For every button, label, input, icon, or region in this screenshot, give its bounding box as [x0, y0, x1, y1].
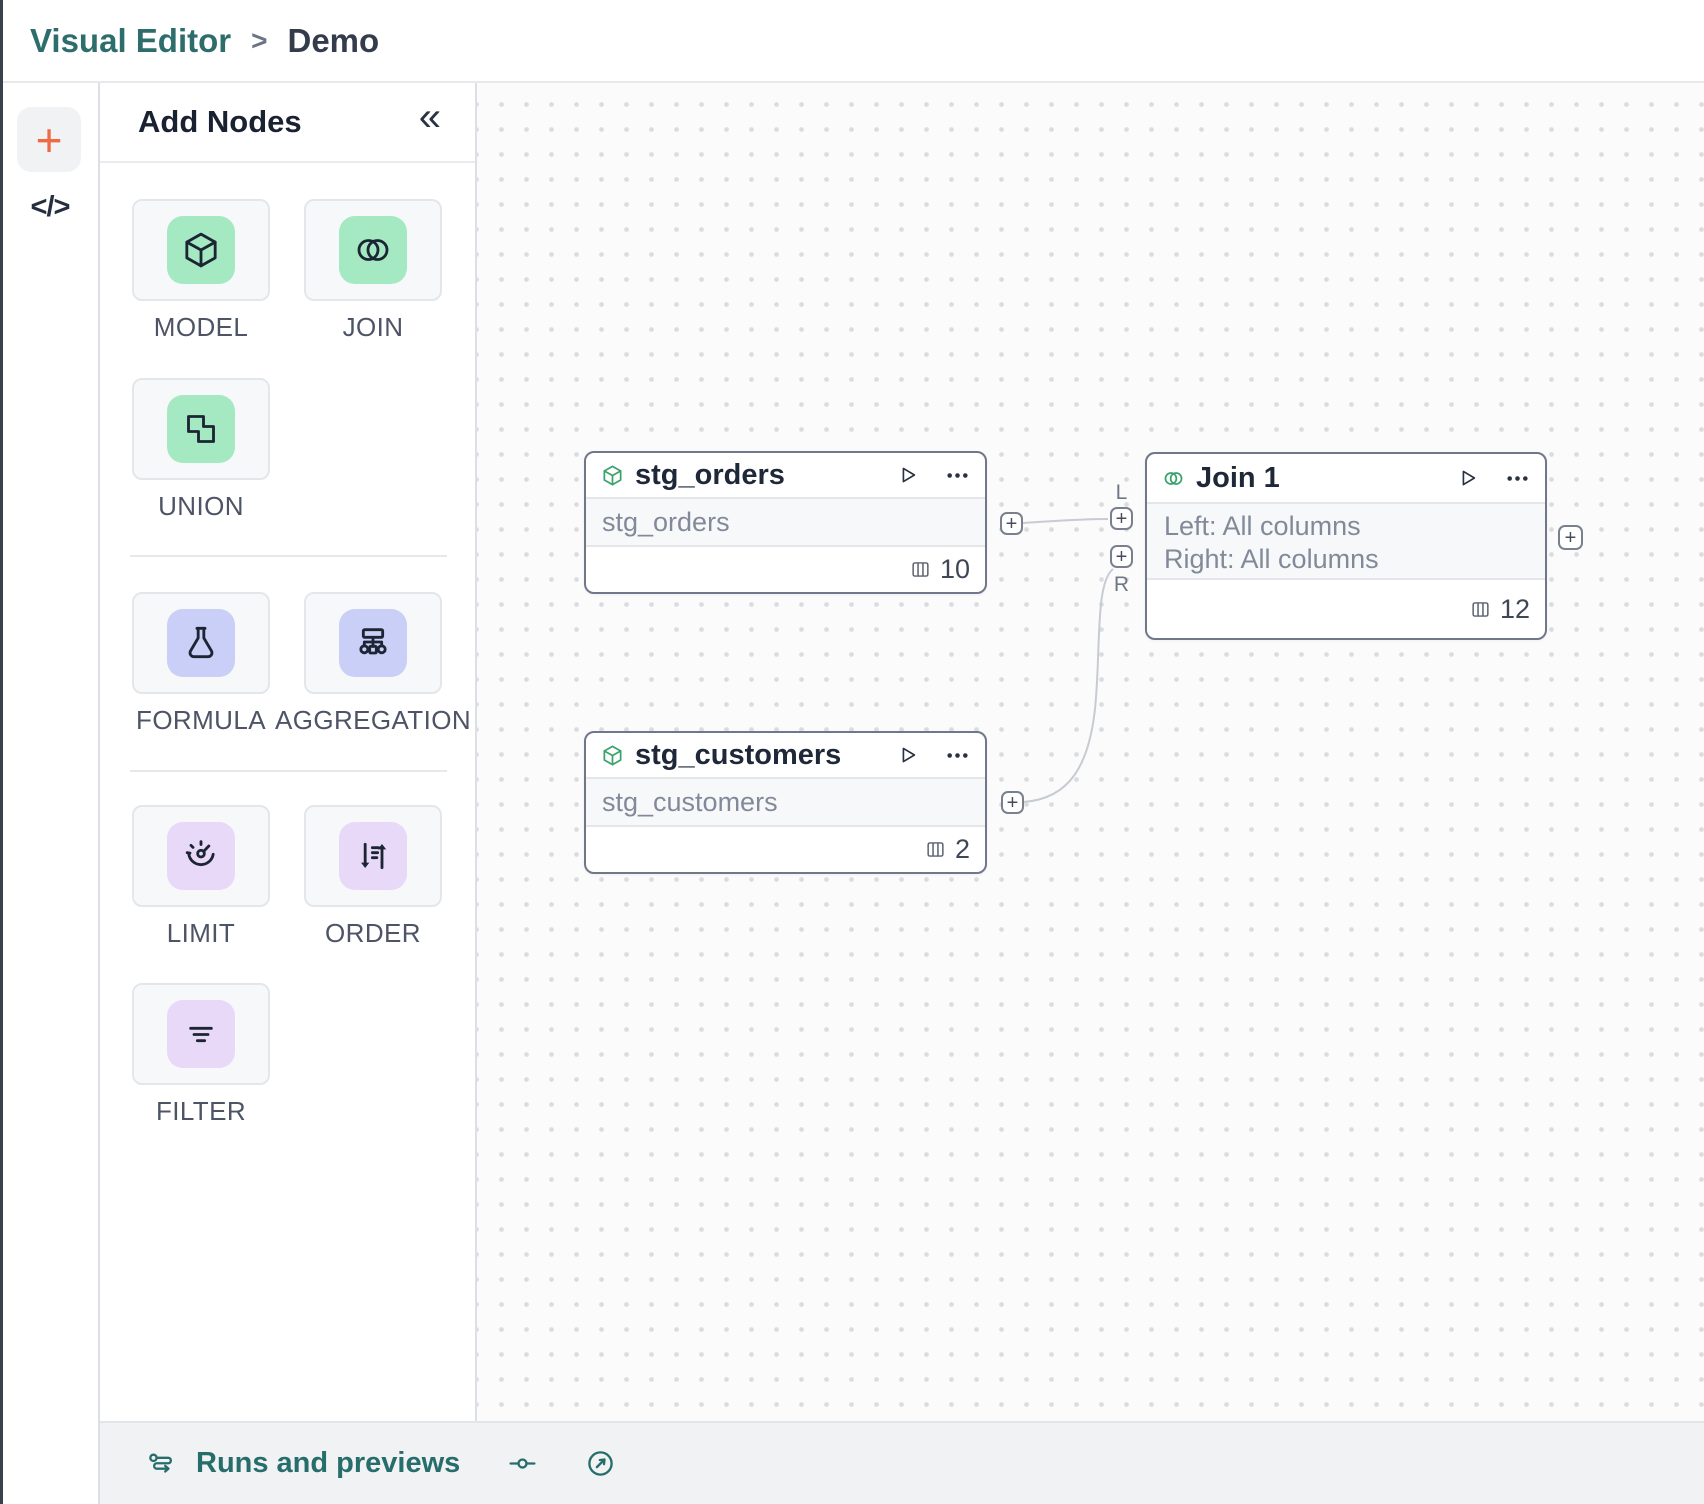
runs-and-previews-label: Runs and previews [196, 1447, 460, 1480]
add-nodes-panel: Add Nodes « MODEL JOIN [100, 83, 477, 1421]
panel-title: Add Nodes [138, 104, 302, 140]
filter-lines-icon [167, 1000, 235, 1068]
join-circles-icon [339, 216, 407, 284]
edge-customers-to-join-right [1023, 569, 1113, 802]
palette-label: JOIN [304, 312, 442, 343]
node-title: Join 1 [1196, 462, 1457, 495]
union-shapes-icon [167, 395, 235, 463]
breadcrumb-separator: > [251, 25, 267, 57]
palette-label: FORMULA [132, 705, 270, 736]
palette-divider [130, 770, 447, 772]
node-header: stg_orders [586, 453, 985, 497]
palette-label: FILTER [132, 1096, 270, 1127]
sort-arrows-icon [339, 822, 407, 890]
more-options-icon[interactable] [1505, 466, 1530, 491]
join-right-columns: Right: All columns [1164, 543, 1528, 576]
palette-divider [130, 555, 447, 557]
pipeline-canvas[interactable]: stg_orders stg_orders 10 [477, 83, 1704, 1421]
port-stg-orders-output[interactable]: + [1000, 512, 1023, 535]
run-node-icon[interactable] [897, 744, 919, 766]
palette-item-limit[interactable]: LIMIT [132, 805, 270, 949]
compass-icon[interactable] [585, 1448, 616, 1479]
flask-icon [167, 609, 235, 677]
palette-label: LIMIT [132, 918, 270, 949]
add-node-button[interactable]: + [17, 107, 81, 172]
formula-card [132, 592, 270, 694]
port-label-right: R [1110, 573, 1133, 597]
breadcrumb-current-page: Demo [287, 22, 379, 60]
workflow-runs-icon [147, 1448, 178, 1479]
columns-icon [1470, 599, 1491, 620]
join-card [304, 199, 442, 301]
node-header: stg_customers [586, 733, 985, 777]
node-stg-customers[interactable]: stg_customers stg_customers 2 [584, 731, 987, 874]
hierarchy-icon [339, 609, 407, 677]
palette-item-model[interactable]: MODEL [132, 199, 270, 343]
status-bar: Runs and previews [100, 1421, 1704, 1504]
palette-label: UNION [132, 491, 270, 522]
palette-item-formula[interactable]: FORMULA [132, 592, 270, 736]
node-source-name: stg_customers [586, 777, 985, 827]
join-left-columns: Left: All columns [1164, 510, 1528, 543]
node-footer: 10 [586, 547, 985, 592]
order-card [304, 805, 442, 907]
port-stg-customers-output[interactable]: + [1001, 791, 1024, 814]
visual-editor-app: Visual Editor > Demo + </> Add Nodes « M… [0, 0, 1704, 1504]
port-join-right-input[interactable]: + [1110, 545, 1133, 568]
filter-card [132, 983, 270, 1085]
columns-icon [925, 839, 946, 860]
run-node-icon[interactable] [1457, 467, 1479, 489]
commit-icon[interactable] [507, 1448, 538, 1479]
run-node-icon[interactable] [897, 464, 919, 486]
limit-card [132, 805, 270, 907]
palette-item-join[interactable]: JOIN [304, 199, 442, 343]
palette-label: MODEL [132, 312, 270, 343]
cube-icon [601, 744, 624, 767]
column-count: 12 [1500, 594, 1530, 625]
node-join-1[interactable]: Join 1 Left: All columns Right: All colu… [1145, 452, 1547, 640]
edge-orders-to-join-left [1023, 519, 1108, 523]
add-nodes-header: Add Nodes « [100, 83, 475, 163]
model-card [132, 199, 270, 301]
palette-label: ORDER [304, 918, 442, 949]
node-footer: 12 [1147, 580, 1545, 638]
node-header: Join 1 [1147, 454, 1545, 502]
union-card [132, 378, 270, 480]
palette-item-union[interactable]: UNION [132, 378, 270, 522]
more-options-icon[interactable] [945, 743, 970, 768]
node-title: stg_orders [635, 459, 897, 492]
join-config: Left: All columns Right: All columns [1147, 502, 1545, 580]
palette-label: AGGREGATION [304, 705, 442, 736]
cube-icon [167, 216, 235, 284]
plus-icon: + [36, 117, 63, 163]
port-label-left: L [1110, 481, 1133, 505]
palette-item-order[interactable]: ORDER [304, 805, 442, 949]
code-view-button[interactable]: </> [0, 191, 100, 224]
node-stg-orders[interactable]: stg_orders stg_orders 10 [584, 451, 987, 594]
join-circles-icon [1162, 467, 1185, 490]
gauge-icon [167, 822, 235, 890]
node-source-name: stg_orders [586, 497, 985, 547]
tool-rail: + </> [0, 83, 100, 1504]
runs-and-previews-toggle[interactable]: Runs and previews [147, 1447, 460, 1480]
cube-icon [601, 464, 624, 487]
code-icon: </> [31, 191, 70, 223]
column-count: 10 [940, 554, 970, 585]
aggregation-card [304, 592, 442, 694]
top-bar: Visual Editor > Demo [0, 0, 1704, 83]
window-left-border [0, 0, 3, 1504]
more-options-icon[interactable] [945, 463, 970, 488]
node-footer: 2 [586, 827, 985, 872]
node-title: stg_customers [635, 739, 897, 772]
columns-icon [910, 559, 931, 580]
breadcrumb-visual-editor[interactable]: Visual Editor [30, 22, 231, 60]
palette-item-aggregation[interactable]: AGGREGATION [304, 592, 442, 736]
port-join-output[interactable]: + [1558, 525, 1583, 550]
palette-item-filter[interactable]: FILTER [132, 983, 270, 1127]
column-count: 2 [955, 834, 970, 865]
port-join-left-input[interactable]: + [1110, 507, 1133, 530]
collapse-panel-icon[interactable]: « [419, 97, 441, 137]
